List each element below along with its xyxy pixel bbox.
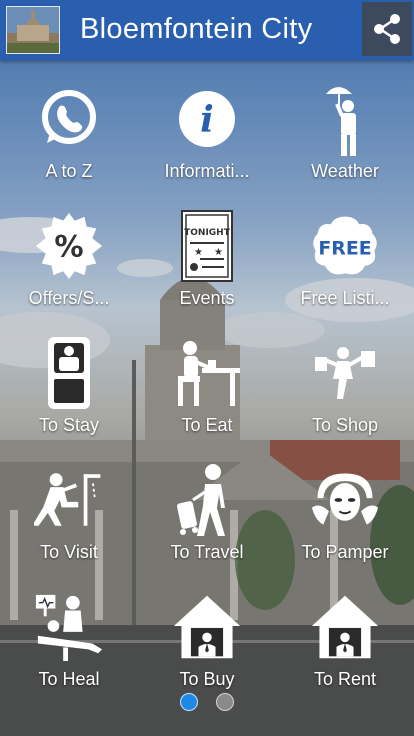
umbrella-person-icon	[310, 80, 380, 158]
menu-item-label: To Travel	[170, 542, 244, 562]
menu-item-label: To Visit	[40, 542, 98, 562]
menu-item-label: To Buy	[179, 669, 235, 689]
spa-face-icon	[310, 461, 380, 539]
menu-item-label: To Pamper	[301, 542, 389, 562]
menu-item-to-heal[interactable]: To Heal	[0, 578, 138, 705]
svg-text:TONIGHT: TONIGHT	[184, 228, 231, 238]
visit-icon	[34, 461, 104, 539]
menu-item-to-eat[interactable]: To Eat	[138, 324, 276, 451]
menu-item-a-to-z[interactable]: A to Z	[0, 70, 138, 197]
app-title: Bloemfontein City	[80, 13, 313, 45]
menu-item-to-visit[interactable]: To Visit	[0, 451, 138, 578]
svg-text:i: i	[200, 99, 214, 141]
menu-item-label: To Heal	[38, 669, 100, 689]
menu-item-label: To Stay	[38, 415, 100, 435]
menu-item-information[interactable]: i Informati...	[138, 70, 276, 197]
menu-item-to-rent[interactable]: To Rent	[276, 578, 414, 705]
svg-text:%: %	[54, 230, 83, 264]
whatsapp-icon	[34, 80, 104, 158]
menu-item-to-buy[interactable]: To Buy	[138, 578, 276, 705]
svg-text:FREE: FREE	[318, 238, 371, 260]
doctor-patient-icon	[34, 588, 104, 666]
house-icon	[310, 588, 380, 666]
house-icon	[172, 588, 242, 666]
menu-item-label: Informati...	[164, 161, 250, 181]
shopping-bags-icon	[310, 334, 380, 412]
menu-item-label: Offers/S...	[28, 288, 110, 308]
dining-icon	[172, 334, 242, 412]
percent-badge-icon: %	[34, 207, 104, 285]
menu-item-to-stay[interactable]: To Stay	[0, 324, 138, 451]
menu-item-label: To Shop	[311, 415, 379, 435]
page-dot-1[interactable]	[180, 693, 198, 711]
hotel-bed-icon	[34, 334, 104, 412]
menu-item-label: A to Z	[45, 161, 93, 181]
menu-item-free-listings[interactable]: FREE Free Listi...	[276, 197, 414, 324]
menu-item-events[interactable]: TONIGHT ★ ★ Events	[138, 197, 276, 324]
menu-item-weather[interactable]: Weather	[276, 70, 414, 197]
page-indicator	[0, 693, 414, 713]
info-icon: i	[172, 80, 242, 158]
menu-item-label: Events	[179, 288, 235, 308]
menu-item-label: Free Listi...	[300, 288, 390, 308]
city-thumbnail	[6, 6, 60, 54]
menu-item-label: To Rent	[313, 669, 377, 689]
app-screen: Bloemfontein City A to Z i Informati... …	[0, 0, 414, 736]
menu-item-offers[interactable]: % Offers/S...	[0, 197, 138, 324]
app-bar: Bloemfontein City	[0, 0, 414, 60]
svg-text:★: ★	[194, 247, 203, 258]
page-dot-2[interactable]	[216, 693, 234, 711]
svg-text:★: ★	[214, 247, 223, 258]
events-tonight-icon: TONIGHT ★ ★	[172, 207, 242, 285]
menu-item-to-pamper[interactable]: To Pamper	[276, 451, 414, 578]
menu-item-to-shop[interactable]: To Shop	[276, 324, 414, 451]
menu-item-label: To Eat	[181, 415, 233, 435]
share-icon	[374, 14, 400, 44]
share-button[interactable]	[362, 2, 412, 56]
free-badge-icon: FREE	[310, 207, 380, 285]
traveler-luggage-icon	[172, 461, 242, 539]
menu-item-to-travel[interactable]: To Travel	[138, 451, 276, 578]
menu-item-label: Weather	[311, 161, 379, 181]
